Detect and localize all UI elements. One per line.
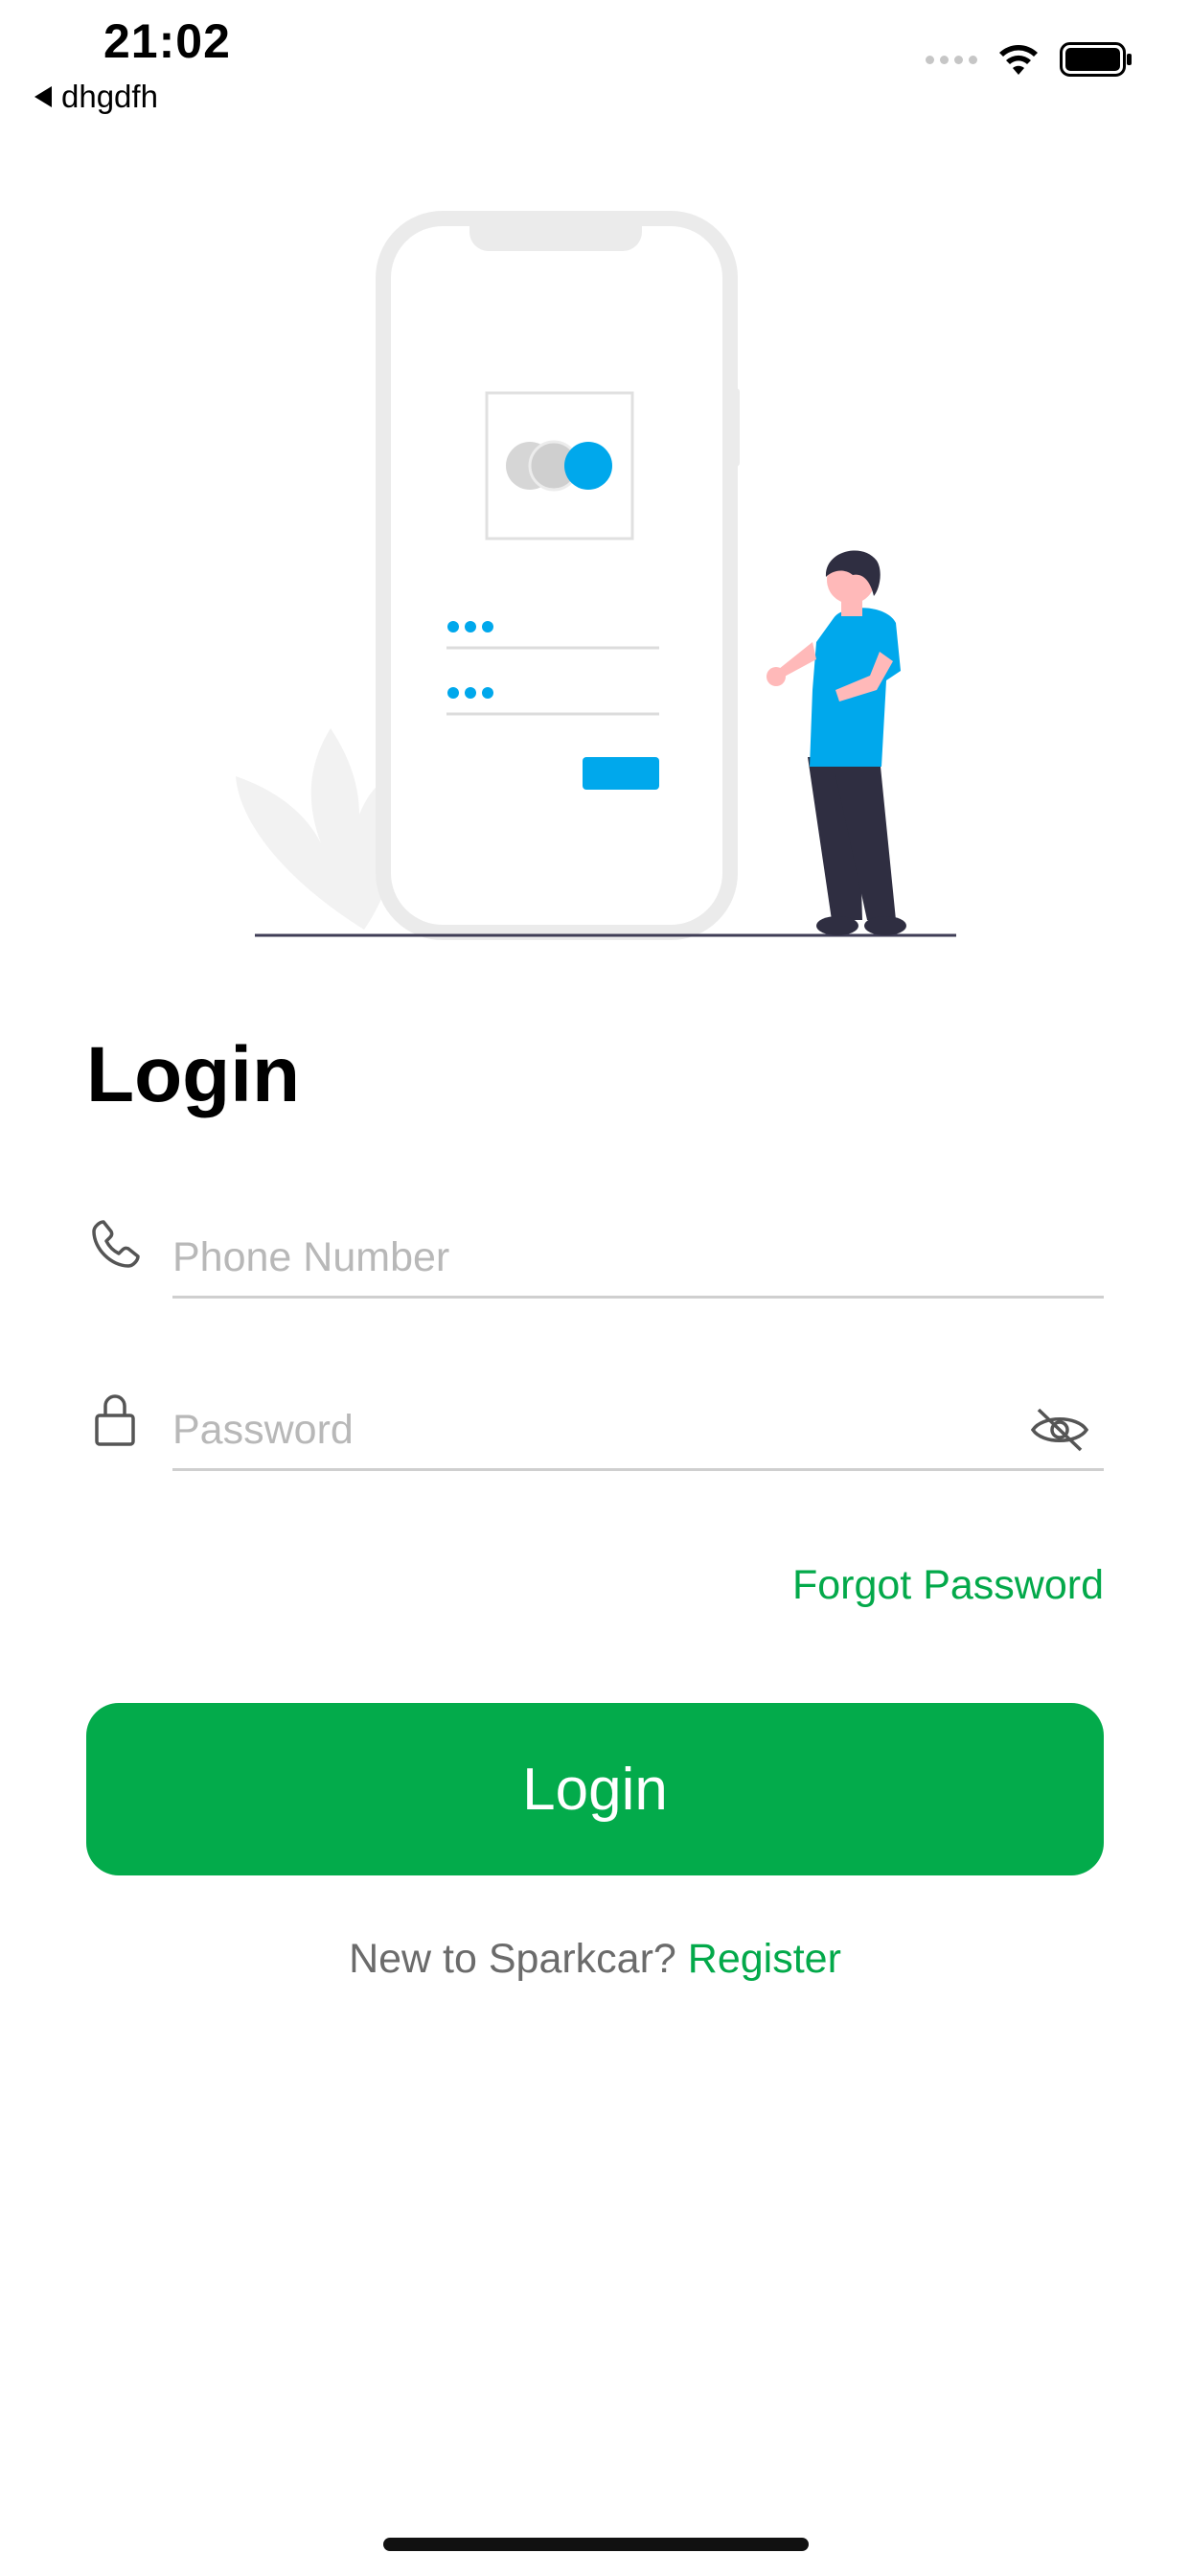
status-indicators	[926, 42, 1133, 77]
phone-number-input[interactable]	[172, 1203, 1104, 1299]
battery-icon	[1060, 42, 1132, 77]
phone-field-row	[86, 1203, 1104, 1308]
home-indicator[interactable]	[383, 2538, 809, 2551]
person-illustration	[767, 550, 906, 935]
phone-icon	[92, 1220, 140, 1268]
wifi-icon	[999, 45, 1038, 75]
back-app-label: dhgdfh	[61, 79, 158, 114]
password-field-row	[86, 1375, 1104, 1481]
back-to-app[interactable]: dhgdfh	[34, 79, 158, 115]
password-input[interactable]	[172, 1375, 1104, 1471]
login-illustration	[236, 211, 956, 940]
status-time: 21:02	[103, 14, 231, 68]
login-screen: 21:02 dhgdfh Login Phone Number Forgot P…	[0, 0, 1190, 2576]
lock-icon	[95, 1394, 135, 1446]
login-button[interactable]: Login	[86, 1703, 1104, 1875]
register-link[interactable]: Register	[688, 1936, 841, 1982]
eye-off-icon[interactable]	[1029, 1406, 1090, 1454]
forgot-password-link[interactable]: Forgot Password	[792, 1562, 1104, 1609]
signal-icon	[926, 55, 977, 64]
phone-illustration	[376, 211, 738, 940]
page-title: Login	[86, 1031, 301, 1118]
register-prompt: New to Sparkcar?	[349, 1936, 676, 1982]
back-arrow-icon	[34, 86, 52, 107]
register-row: New to Sparkcar? Register	[0, 1936, 1190, 1983]
